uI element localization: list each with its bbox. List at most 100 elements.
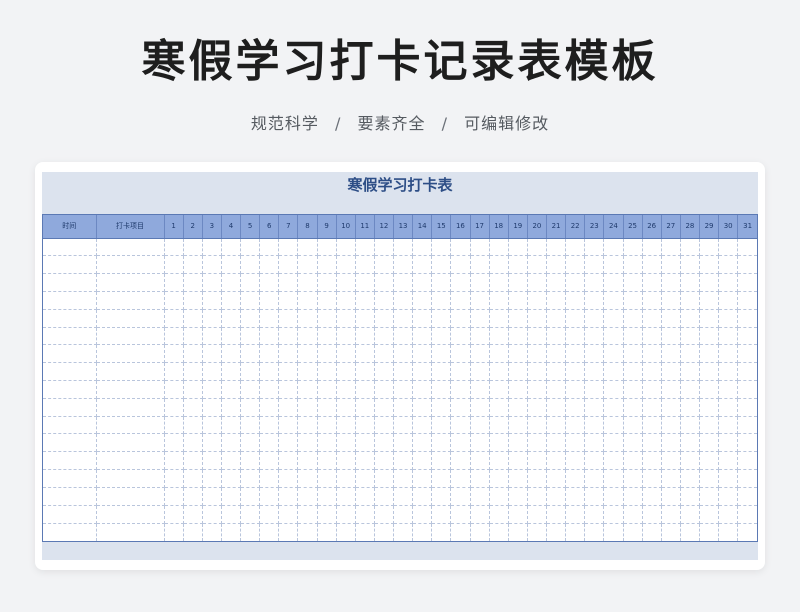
table-cell[interactable]	[565, 344, 586, 364]
table-cell[interactable]	[699, 273, 720, 292]
table-cell[interactable]	[527, 255, 548, 275]
table-cell[interactable]	[317, 398, 337, 417]
table-cell[interactable]	[336, 291, 356, 310]
table-cell[interactable]	[661, 416, 681, 435]
table-cell[interactable]	[259, 273, 280, 292]
table-cell[interactable]	[202, 309, 222, 328]
table-cell[interactable]	[43, 362, 97, 381]
table-cell[interactable]	[603, 273, 624, 292]
table-cell[interactable]	[699, 362, 720, 381]
table-cell[interactable]	[508, 433, 528, 453]
table-cell[interactable]	[546, 469, 567, 488]
table-cell[interactable]	[278, 238, 299, 257]
table-cell[interactable]	[450, 398, 471, 417]
table-cell[interactable]	[680, 327, 701, 346]
table-cell[interactable]	[603, 380, 624, 399]
table-cell[interactable]	[240, 523, 261, 541]
table-cell[interactable]	[680, 273, 701, 292]
table-cell[interactable]	[164, 505, 184, 524]
table-cell[interactable]	[450, 487, 471, 506]
table-cell[interactable]	[355, 238, 375, 257]
table-cell[interactable]	[642, 505, 662, 524]
table-cell[interactable]	[737, 469, 757, 488]
table-cell[interactable]	[489, 255, 509, 275]
table-cell[interactable]	[297, 327, 318, 346]
table-cell[interactable]	[584, 469, 605, 488]
table-cell[interactable]	[603, 451, 624, 471]
table-cell[interactable]	[96, 327, 165, 346]
table-cell[interactable]	[718, 273, 739, 292]
table-cell[interactable]	[202, 523, 222, 541]
table-cell[interactable]	[336, 380, 356, 399]
table-cell[interactable]	[278, 362, 299, 381]
table-cell[interactable]	[297, 451, 318, 471]
table-cell[interactable]	[431, 433, 452, 453]
table-cell[interactable]	[183, 327, 203, 346]
table-cell[interactable]	[470, 398, 490, 417]
table-cell[interactable]	[202, 416, 222, 435]
table-cell[interactable]	[355, 380, 375, 399]
table-cell[interactable]	[699, 451, 720, 471]
table-cell[interactable]	[508, 487, 528, 506]
table-cell[interactable]	[183, 291, 203, 310]
table-cell[interactable]	[393, 291, 414, 310]
table-cell[interactable]	[489, 309, 509, 328]
table-cell[interactable]	[546, 238, 567, 257]
table-cell[interactable]	[584, 255, 605, 275]
table-cell[interactable]	[278, 487, 299, 506]
table-cell[interactable]	[336, 398, 356, 417]
table-cell[interactable]	[355, 255, 375, 275]
table-cell[interactable]	[259, 505, 280, 524]
table-cell[interactable]	[202, 433, 222, 453]
table-cell[interactable]	[240, 255, 261, 275]
table-cell[interactable]	[623, 238, 643, 257]
table-cell[interactable]	[374, 327, 395, 346]
table-cell[interactable]	[393, 416, 414, 435]
table-cell[interactable]	[259, 487, 280, 506]
table-cell[interactable]	[278, 380, 299, 399]
table-cell[interactable]	[699, 433, 720, 453]
table-cell[interactable]	[450, 238, 471, 257]
table-cell[interactable]	[680, 433, 701, 453]
table-cell[interactable]	[96, 451, 165, 471]
table-cell[interactable]	[431, 273, 452, 292]
table-cell[interactable]	[546, 416, 567, 435]
table-cell[interactable]	[202, 451, 222, 471]
table-cell[interactable]	[297, 291, 318, 310]
table-cell[interactable]	[164, 309, 184, 328]
table-cell[interactable]	[450, 451, 471, 471]
table-cell[interactable]	[584, 380, 605, 399]
table-cell[interactable]	[680, 451, 701, 471]
table-cell[interactable]	[336, 469, 356, 488]
table-cell[interactable]	[393, 309, 414, 328]
table-cell[interactable]	[393, 344, 414, 364]
table-cell[interactable]	[623, 451, 643, 471]
table-cell[interactable]	[527, 505, 548, 524]
table-cell[interactable]	[317, 238, 337, 257]
table-cell[interactable]	[412, 344, 433, 364]
table-cell[interactable]	[718, 523, 739, 541]
table-cell[interactable]	[584, 487, 605, 506]
table-cell[interactable]	[412, 255, 433, 275]
table-cell[interactable]	[470, 487, 490, 506]
table-cell[interactable]	[183, 238, 203, 257]
table-cell[interactable]	[508, 327, 528, 346]
table-cell[interactable]	[718, 309, 739, 328]
table-cell[interactable]	[737, 238, 757, 257]
table-cell[interactable]	[278, 309, 299, 328]
table-cell[interactable]	[565, 309, 586, 328]
table-cell[interactable]	[297, 398, 318, 417]
table-cell[interactable]	[355, 398, 375, 417]
table-cell[interactable]	[221, 238, 242, 257]
table-cell[interactable]	[183, 523, 203, 541]
table-cell[interactable]	[623, 487, 643, 506]
table-cell[interactable]	[699, 380, 720, 399]
table-cell[interactable]	[470, 273, 490, 292]
table-cell[interactable]	[374, 451, 395, 471]
table-cell[interactable]	[546, 505, 567, 524]
table-cell[interactable]	[623, 291, 643, 310]
table-cell[interactable]	[96, 380, 165, 399]
table-cell[interactable]	[546, 362, 567, 381]
table-cell[interactable]	[164, 398, 184, 417]
table-cell[interactable]	[642, 238, 662, 257]
